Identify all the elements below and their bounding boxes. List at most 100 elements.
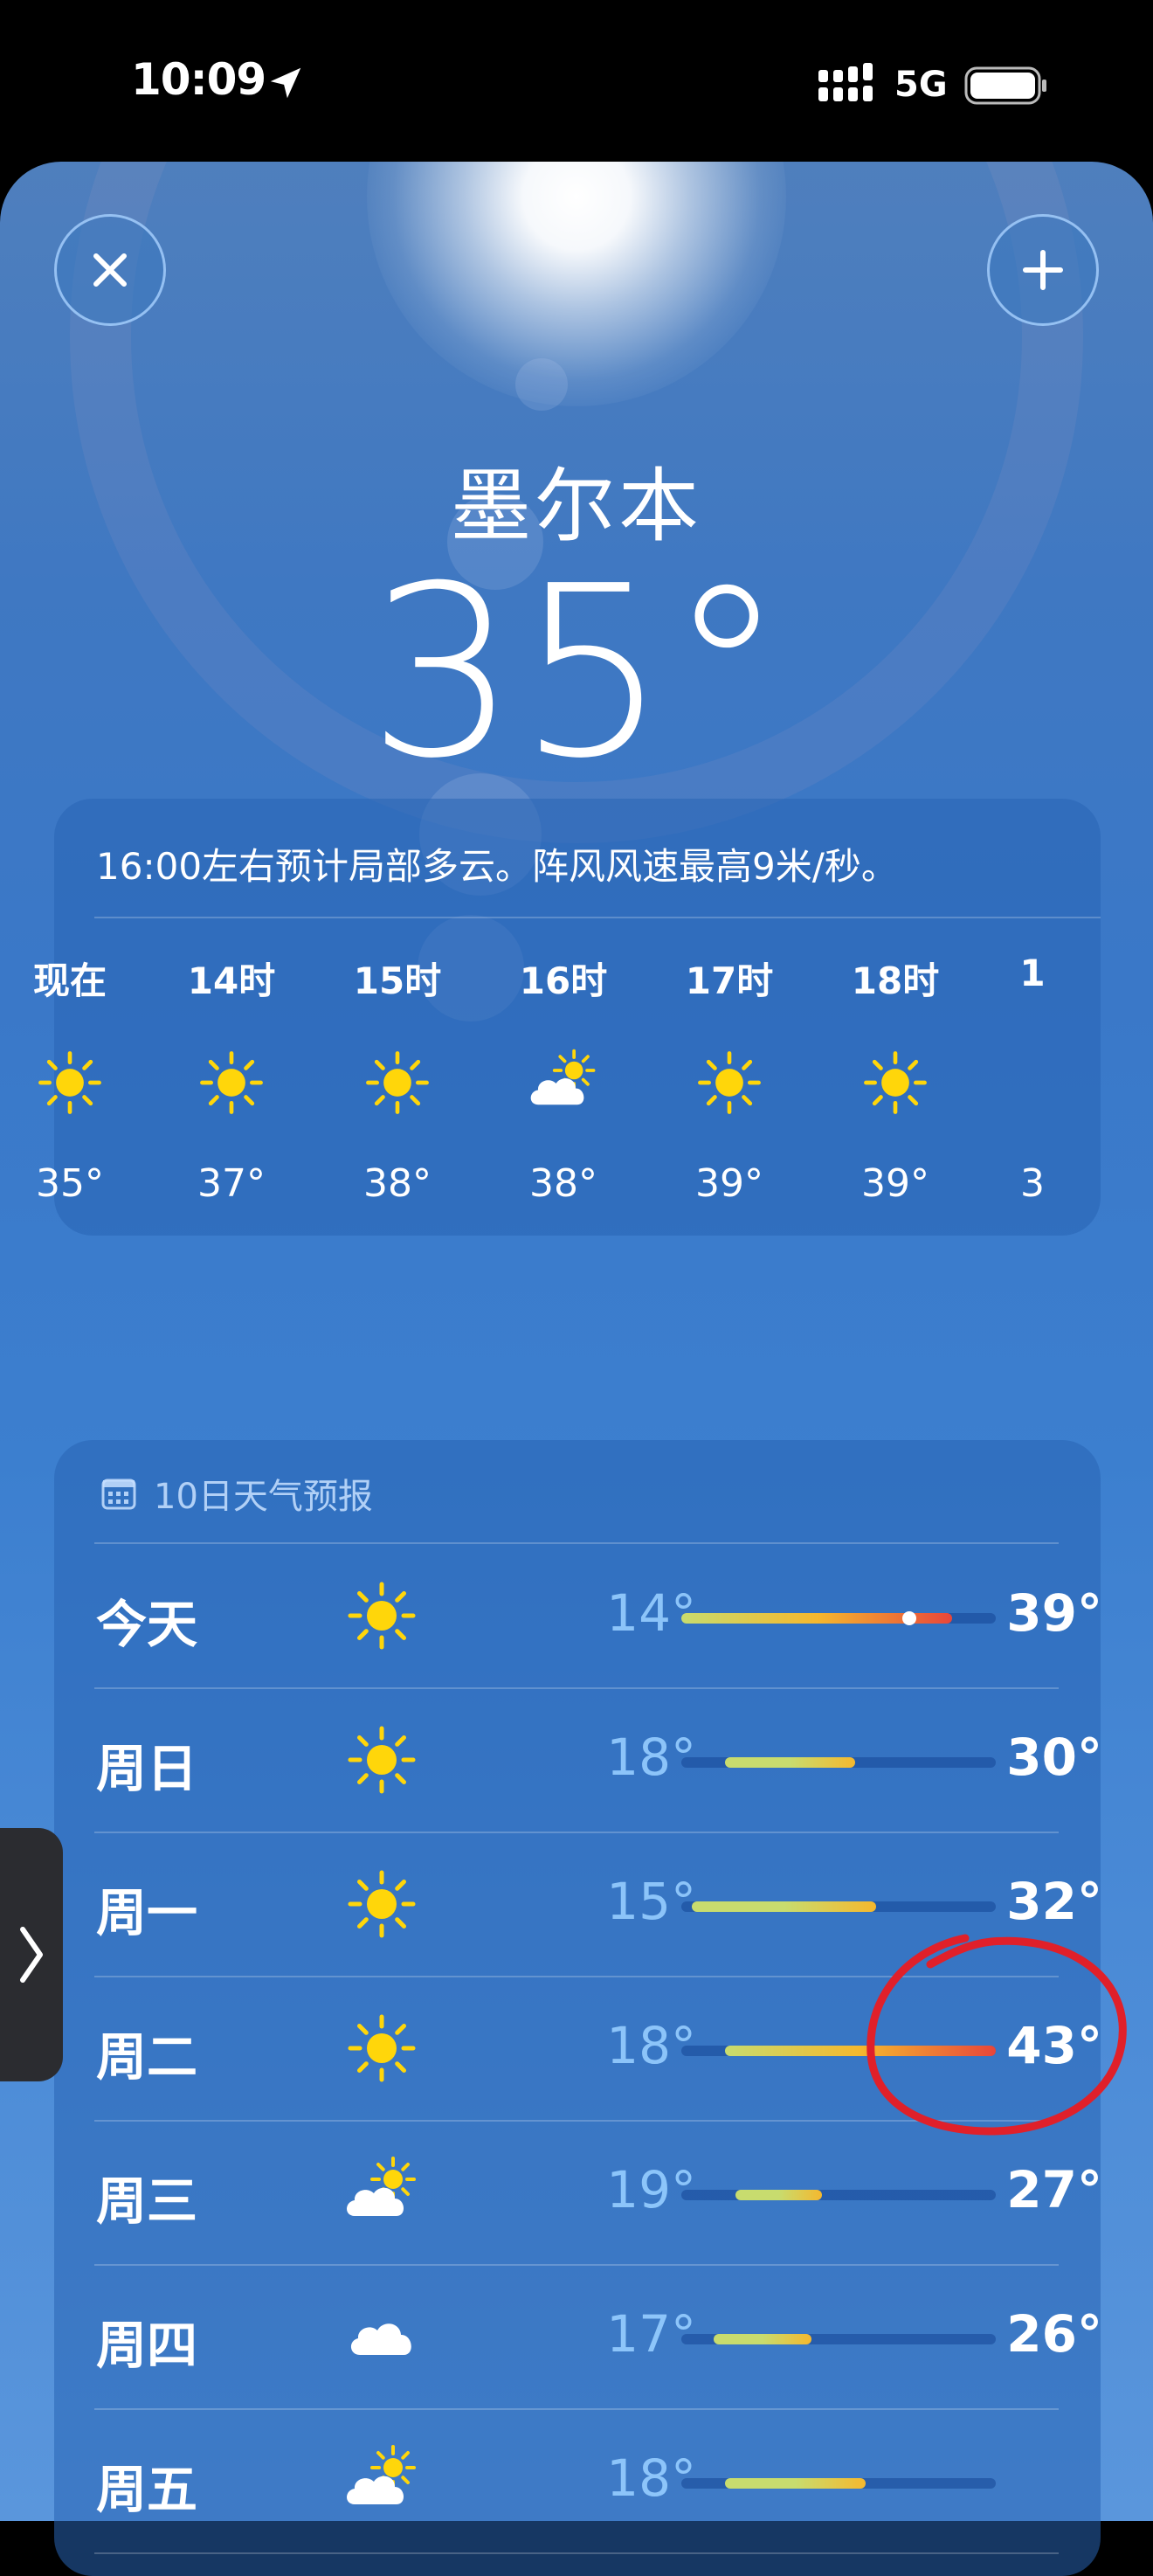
add-location-button[interactable]	[987, 214, 1099, 326]
day-name: 周三	[96, 2171, 198, 2231]
hourly-item: 15时 38°	[332, 952, 463, 1206]
divider	[94, 917, 1101, 918]
hour-temp: 35°	[36, 1161, 104, 1206]
day-low-temp: 19°	[606, 2160, 696, 2219]
signal-icon	[818, 63, 873, 101]
daily-row[interactable]: 周日 18° 30°	[54, 1689, 1102, 1833]
daily-row[interactable]: 周四 17° 26°	[54, 2266, 1102, 2410]
sun-icon	[348, 1582, 416, 1650]
status-bar: 10:09 5G	[0, 0, 1153, 162]
hour-icon-wrap	[693, 1046, 766, 1119]
day-low-temp: 18°	[606, 2448, 696, 2508]
temp-range-fill	[724, 1757, 855, 1768]
day-low-temp: 14°	[606, 1583, 696, 1643]
day-low-temp: 18°	[606, 2016, 696, 2075]
hour-icon-wrap	[195, 1046, 268, 1119]
day-name: 周五	[96, 2460, 198, 2519]
day-high-temp: 39°	[1006, 1583, 1102, 1643]
hour-label: 17时	[685, 959, 774, 1002]
hourly-item: 16时 38°	[498, 952, 629, 1206]
temp-range-bar	[681, 1901, 996, 1912]
daily-row[interactable]: 周三 19° 27°	[54, 2122, 1102, 2266]
partly-cloudy-icon	[347, 2445, 416, 2504]
hour-temp: 38°	[363, 1161, 432, 1206]
hourly-item: 17时 39°	[664, 952, 795, 1206]
hour-label: 14时	[187, 959, 276, 1002]
temp-range-bar	[681, 2190, 996, 2200]
hour-temp: 38°	[529, 1161, 597, 1206]
daily-row[interactable]: 今天 14° 39°	[54, 1545, 1102, 1689]
day-icon-wrap	[342, 1721, 421, 1799]
day-icon-wrap	[342, 2441, 421, 2520]
close-button[interactable]	[54, 214, 166, 326]
day-low-temp: 15°	[606, 1872, 696, 1931]
current-temperature: 35°	[367, 535, 786, 810]
hour-icon-wrap	[361, 1046, 434, 1119]
sun-icon	[864, 1051, 927, 1114]
hour-icon-wrap	[996, 1046, 1069, 1119]
hour-label: 18时	[851, 959, 940, 1002]
lens-flare	[515, 358, 568, 411]
sun-icon	[348, 1726, 416, 1794]
day-icon-wrap	[342, 2153, 421, 2232]
hour-label: 16时	[519, 959, 608, 1002]
sun-icon	[348, 2014, 416, 2082]
day-icon-wrap	[342, 2009, 421, 2088]
hour-temp: 37°	[197, 1161, 266, 1206]
partly-cloudy-icon	[347, 2157, 416, 2216]
hour-temp: 39°	[861, 1161, 929, 1206]
network-type: 5G	[894, 65, 948, 105]
daily-header-label: 10日天气预报	[154, 1477, 373, 1517]
calendar-icon	[101, 1478, 136, 1510]
hour-icon-wrap	[859, 1046, 932, 1119]
temp-range-fill	[692, 1901, 877, 1912]
temp-range-fill	[735, 2190, 823, 2200]
sun-icon	[348, 1870, 416, 1938]
temp-range-fill	[714, 2334, 811, 2344]
hour-icon-wrap	[527, 1046, 600, 1119]
day-high-temp: 27°	[1006, 2160, 1102, 2219]
day-low-temp: 18°	[606, 1728, 696, 1787]
divider	[94, 1542, 1059, 1544]
hour-icon-wrap	[33, 1046, 107, 1119]
temp-range-bar	[681, 2334, 996, 2344]
temp-range-bar	[681, 1611, 996, 1625]
hourly-item: 14时 37°	[166, 952, 297, 1206]
sun-icon	[698, 1051, 761, 1114]
sun-icon	[38, 1051, 101, 1114]
hourly-item: 18时 39°	[830, 952, 961, 1206]
side-panel-handle[interactable]	[0, 1828, 63, 2081]
sun-icon	[200, 1051, 263, 1114]
day-icon-wrap	[342, 1576, 421, 1655]
hourly-summary: 16:00左右预计局部多云。阵风风速最高9米/秒。	[96, 845, 898, 888]
hour-label: 1	[1019, 952, 1046, 994]
chevron-right-icon	[20, 1927, 43, 1983]
day-icon-wrap	[342, 1865, 421, 1943]
plus-icon	[1023, 250, 1063, 290]
day-high-temp: 26°	[1006, 2304, 1102, 2364]
day-name: 周日	[96, 1739, 198, 1798]
day-name: 今天	[96, 1595, 198, 1654]
sun-icon	[366, 1051, 429, 1114]
divider	[94, 2552, 1059, 2554]
day-high-temp: 30°	[1006, 1728, 1102, 1787]
day-low-temp: 17°	[606, 2304, 696, 2364]
status-time: 10:09	[131, 54, 266, 105]
hour-temp: 39°	[695, 1161, 763, 1206]
hour-label: 现在	[32, 959, 107, 1002]
hour-label: 15时	[353, 959, 442, 1002]
day-name: 周二	[96, 2027, 198, 2087]
daily-row[interactable]: 周五 18°	[54, 2410, 1101, 2554]
annotation-circle	[866, 1934, 1127, 2136]
temp-range-bar	[681, 1757, 996, 1768]
day-name: 周一	[96, 1883, 198, 1942]
day-icon-wrap	[342, 2297, 421, 2376]
daily-header: 10日天气预报	[100, 1468, 373, 1519]
location-arrow-icon	[270, 67, 301, 99]
temp-range-bar	[681, 2478, 996, 2489]
hourly-item: 1 3	[967, 952, 1098, 1206]
hourly-forecast-card[interactable]: 16:00左右预计局部多云。阵风风速最高9米/秒。 现在 35° 14时 37°…	[33, 799, 1101, 1236]
current-temp-dot	[901, 1611, 916, 1625]
battery-icon	[964, 66, 1046, 105]
partly-cloudy-icon	[530, 1049, 596, 1105]
